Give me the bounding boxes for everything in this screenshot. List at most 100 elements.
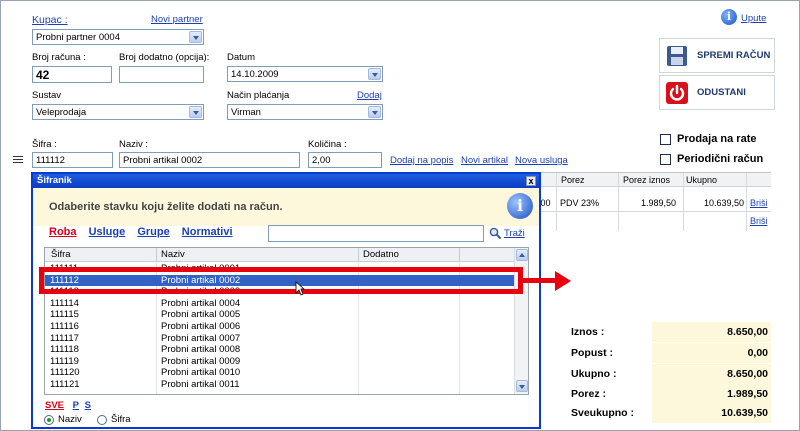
close-icon[interactable]: x	[526, 176, 536, 186]
col-divider	[459, 248, 460, 262]
total-label: Porez :	[571, 388, 607, 400]
col-divider	[683, 173, 684, 231]
table-row[interactable]: 111120 Probni artikal 0010	[45, 367, 515, 378]
cell-naziv: Probni artikal 0009	[161, 355, 241, 367]
total-value: 8.650,00	[652, 364, 771, 384]
trazi-link[interactable]: Traži	[504, 228, 525, 239]
radio-button	[44, 414, 54, 425]
table-row[interactable]: 111117 Probni artikal 0007	[45, 333, 515, 344]
sifra-label: Šifra :	[32, 139, 57, 150]
sustav-select[interactable]: Veleprodaja	[32, 104, 204, 120]
brisi-link[interactable]: Briši	[750, 216, 768, 226]
col-porez: Porez	[561, 175, 585, 185]
scroll-up-icon[interactable]	[516, 249, 528, 261]
nacin-placanja-select[interactable]: Virman	[227, 104, 383, 120]
novi-partner-link[interactable]: Novi partner	[151, 14, 203, 25]
sustav-label: Sustav	[32, 90, 62, 101]
col-divider	[358, 248, 359, 262]
col-ukupno: Ukupno	[686, 175, 718, 185]
sustav-value: Veleprodaja	[36, 107, 87, 118]
table-row[interactable]: 111118 Probni artikal 0008	[45, 344, 515, 355]
table-row[interactable]: 111119 Probni artikal 0009	[45, 356, 515, 367]
cell-sifra: 111121	[50, 379, 80, 390]
broj-dodatno-label: Broj dodatno (opcija):	[119, 52, 210, 63]
chevron-down-icon	[368, 68, 381, 80]
datum-value: 14.10.2009	[231, 69, 279, 80]
tab-usluge[interactable]: Usluge	[89, 226, 126, 238]
checkbox-box	[660, 133, 671, 145]
info-icon: i	[721, 9, 737, 25]
col-dodatno[interactable]: Dodatno	[363, 249, 399, 260]
periodicni-racun-label: Periodični račun	[677, 153, 764, 165]
tab-normativi[interactable]: Normativi	[182, 226, 233, 238]
total-label: Ukupno :	[571, 368, 617, 380]
kupac-link[interactable]: Kupac :	[32, 14, 68, 26]
save-icon	[667, 45, 687, 66]
power-icon	[666, 81, 688, 104]
prodaja-na-rate-checkbox[interactable]: Prodaja na rate	[660, 133, 756, 145]
sifra-input[interactable]: 111112	[32, 152, 113, 168]
col-divider	[156, 248, 157, 262]
kolicina-input[interactable]: 2,00	[308, 152, 382, 168]
total-value: 8.650,00	[652, 322, 771, 342]
cell-porez-iznos: 1.989,50	[641, 198, 677, 208]
col-sifra[interactable]: Šifra	[51, 249, 71, 260]
nova-usluga-link[interactable]: Nova usluga	[515, 155, 568, 166]
total-value: 0,00	[652, 343, 771, 363]
odustani-button[interactable]: ODUSTANI	[659, 75, 775, 110]
broj-racuna-input[interactable]: 42	[32, 66, 112, 83]
dodaj-link[interactable]: Dodaj	[357, 90, 382, 101]
cell-naziv: Probni artikal 0007	[161, 332, 241, 344]
upute-link[interactable]: Upute	[741, 13, 766, 24]
total-label: Popust :	[571, 347, 613, 359]
row-divider	[538, 211, 771, 212]
tab-roba[interactable]: Roba	[49, 226, 77, 238]
sort-naziv-radio[interactable]: Naziv	[44, 414, 82, 425]
nacin-placanja-label: Način plaćanja	[227, 90, 290, 101]
cell-naziv: Probni artikal 0008	[161, 344, 241, 356]
search-icon[interactable]	[489, 227, 502, 240]
scroll-down-icon[interactable]	[516, 380, 528, 392]
brisi-link[interactable]: Briši	[750, 198, 768, 208]
filter-s-link[interactable]: S	[85, 400, 91, 411]
odustani-label: ODUSTANI	[697, 87, 746, 98]
spremi-racun-button[interactable]: SPREMI RAČUN	[659, 38, 775, 73]
cell-sifra: 111117	[50, 332, 79, 344]
col-porez-iznos: Porez iznos	[623, 175, 671, 185]
kupac-select[interactable]: Probni partner 0004	[32, 29, 204, 45]
table-row[interactable]: 111116 Probni artikal 0006	[45, 321, 515, 332]
dodaj-na-popis-link[interactable]: Dodaj na popis	[390, 155, 453, 166]
cell-sifra: 111120	[50, 367, 80, 379]
sort-sifra-radio[interactable]: Šifra	[97, 414, 131, 425]
highlight-box	[39, 267, 523, 294]
spremi-racun-label: SPREMI RAČUN	[697, 50, 771, 61]
dialog-title: Šifranik	[37, 175, 72, 186]
radio-button	[97, 414, 107, 425]
filter-sve-link[interactable]: SVE	[45, 400, 64, 411]
chevron-down-icon	[189, 106, 202, 118]
naziv-input[interactable]: Probni artikal 0002	[119, 152, 300, 168]
checkbox-box	[660, 153, 671, 165]
dialog-banner: Odaberite stavku koju želite dodati na r…	[33, 188, 539, 226]
cell-naziv: Probni artikal 0005	[161, 309, 241, 321]
periodicni-racun-checkbox[interactable]: Periodični račun	[660, 153, 763, 165]
table-row[interactable]: 111114 Probni artikal 0004	[45, 298, 515, 309]
cell-naziv: Probni artikal 0011	[161, 379, 240, 390]
arrow-icon	[523, 278, 557, 283]
datum-label: Datum	[227, 52, 255, 63]
col-naziv[interactable]: Naziv	[161, 249, 185, 260]
broj-dodatno-input[interactable]	[119, 66, 204, 83]
filter-p-link[interactable]: P	[73, 400, 79, 411]
datum-select[interactable]: 14.10.2009	[227, 66, 383, 82]
table-row[interactable]: 111115 Probni artikal 0005	[45, 309, 515, 320]
sifranik-dialog: Šifranik x Odaberite stavku koju želite …	[31, 172, 541, 429]
dialog-search-input[interactable]	[268, 225, 484, 242]
chevron-down-icon	[189, 31, 202, 43]
list-icon[interactable]	[13, 156, 23, 165]
tab-grupe[interactable]: Grupe	[137, 226, 169, 238]
novi-artikal-link[interactable]: Novi artikal	[461, 155, 508, 166]
cell-naziv: Probni artikal 0010	[161, 367, 241, 379]
col-divider	[618, 173, 619, 231]
table-row[interactable]: 111121 Probni artikal 0011	[45, 379, 515, 390]
cell-sifra: 111119	[50, 355, 79, 367]
